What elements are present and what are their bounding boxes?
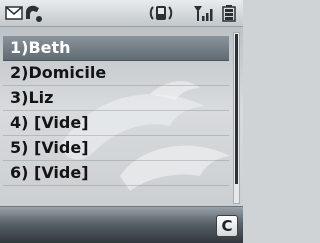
list-item[interactable]: 4) [Vide] [3,111,229,136]
scroll-thumb[interactable] [235,34,238,184]
list-item[interactable]: 2)Domicile [3,61,229,86]
list-item[interactable]: 6) [Vide] [3,161,229,186]
status-bar [0,0,243,27]
softkey-bar: C [0,206,243,243]
vibrate-ring-icon [149,6,173,20]
call-status-icon [26,5,42,22]
list-item[interactable]: 5) [Vide] [3,136,229,161]
phone-screen: 1)Beth 2)Domicile 3)Liz 4) [Vide] 5) [Vi… [0,0,243,243]
list-item[interactable]: 1)Beth [3,36,229,61]
scrollbar[interactable] [233,32,240,204]
signal-strength-icon [194,6,213,21]
list-item[interactable]: 3)Liz [3,86,229,111]
battery-icon [222,5,236,22]
contact-list: 1)Beth 2)Domicile 3)Liz 4) [Vide] 5) [Vi… [3,36,229,186]
clear-button[interactable]: C [216,215,238,237]
